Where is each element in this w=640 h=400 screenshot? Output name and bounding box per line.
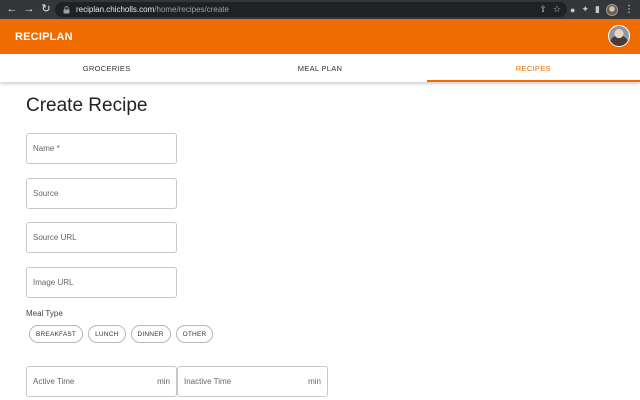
tab-meal-plan[interactable]: MEAL PLAN	[213, 54, 426, 82]
extension-icon[interactable]: ●	[570, 5, 575, 15]
main-tabs: GROCERIES MEAL PLAN RECIPES	[0, 54, 640, 82]
share-icon[interactable]: ⇧	[539, 4, 547, 15]
active-time-placeholder: Active Time	[33, 377, 75, 386]
chip-other[interactable]: OTHER	[175, 325, 214, 343]
chip-lunch[interactable]: LUNCH	[88, 325, 126, 343]
tab-recipes[interactable]: RECIPES	[426, 54, 640, 82]
lock-icon	[61, 5, 71, 15]
source-url-field[interactable]: Source URL	[26, 222, 177, 253]
app-header: RECIPLAN	[0, 19, 640, 54]
chip-dinner[interactable]: DINNER	[130, 325, 171, 343]
name-placeholder: Name *	[33, 144, 60, 153]
inactive-time-unit: min	[308, 377, 321, 386]
source-field[interactable]: Source	[26, 178, 177, 209]
address-url: reciplan.chicholls.com/home/recipes/crea…	[76, 5, 229, 14]
url-path: /home/recipes/create	[154, 5, 229, 14]
forward-icon[interactable]: →	[21, 2, 37, 18]
puzzle-icon[interactable]: ✦	[581, 4, 589, 15]
meal-type-chips: BREAKFAST LUNCH DINNER OTHER	[29, 325, 214, 343]
browser-toolbar: ← → ↻ reciplan.chicholls.com/home/recipe…	[0, 0, 640, 19]
image-url-placeholder: Image URL	[33, 278, 74, 287]
source-placeholder: Source	[33, 189, 59, 198]
meal-type-label: Meal Type	[26, 309, 63, 318]
menu-kebab-icon[interactable]: ⋮	[624, 4, 634, 15]
url-host: reciplan.chicholls.com	[76, 5, 155, 14]
page-title: Create Recipe	[26, 95, 148, 116]
active-time-unit: min	[157, 377, 170, 386]
sidebar-icon[interactable]: ▮	[595, 4, 600, 15]
chip-breakfast[interactable]: BREAKFAST	[29, 325, 84, 343]
image-url-field[interactable]: Image URL	[26, 267, 177, 298]
inactive-time-placeholder: Inactive Time	[184, 377, 232, 386]
app-title[interactable]: RECIPLAN	[15, 31, 73, 43]
inactive-time-field[interactable]: Inactive Time min	[177, 366, 328, 397]
back-icon[interactable]: ←	[4, 2, 20, 18]
tab-groceries[interactable]: GROCERIES	[0, 54, 213, 82]
address-bar[interactable]: reciplan.chicholls.com/home/recipes/crea…	[55, 2, 567, 17]
profile-icon[interactable]	[605, 3, 618, 16]
bookmark-star-icon[interactable]: ☆	[553, 4, 561, 15]
name-field[interactable]: Name *	[26, 133, 177, 164]
reload-icon[interactable]: ↻	[38, 2, 54, 18]
user-avatar[interactable]	[608, 25, 630, 47]
source-url-placeholder: Source URL	[33, 233, 77, 242]
active-time-field[interactable]: Active Time min	[26, 366, 177, 397]
